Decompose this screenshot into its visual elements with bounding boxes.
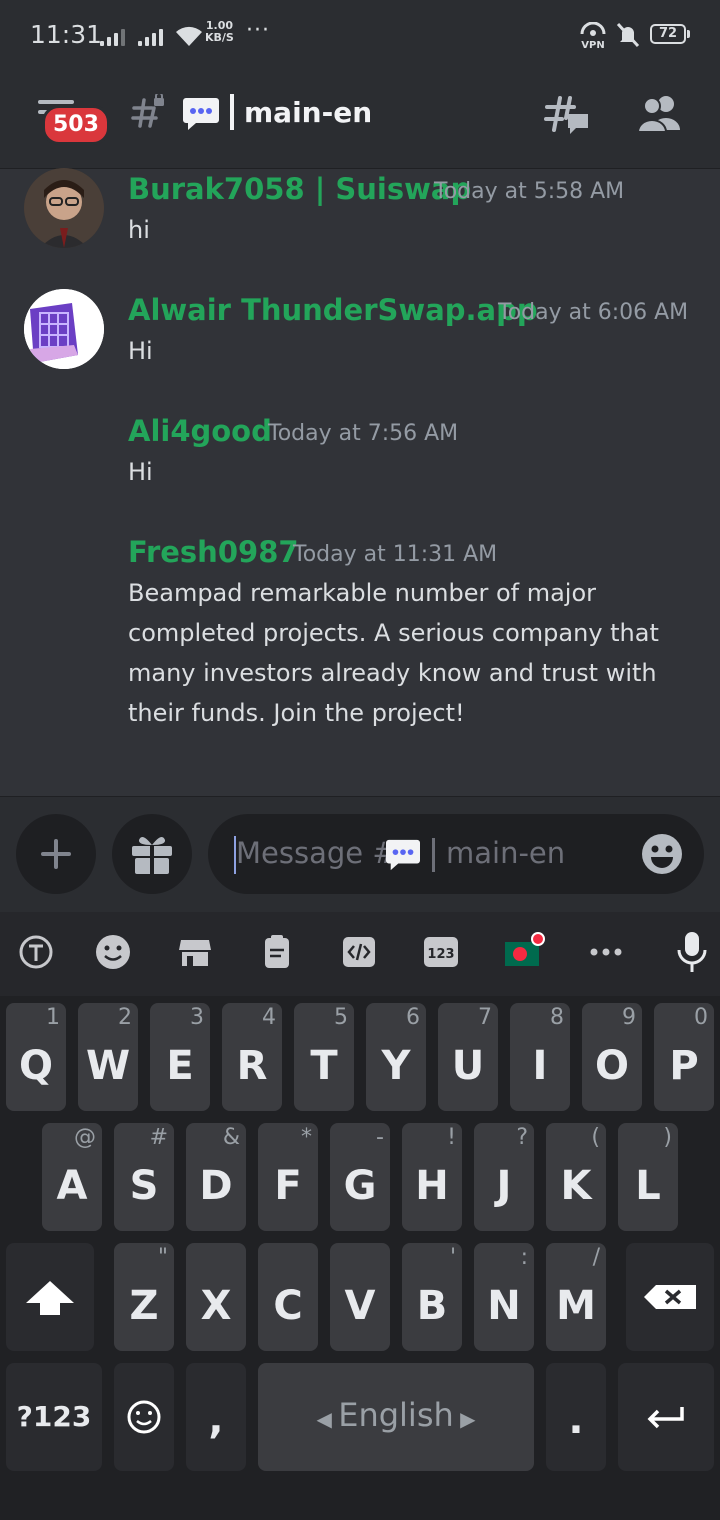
message-text: Hi: [128, 337, 153, 365]
text-edit-icon[interactable]: [337, 930, 381, 974]
net-speed: 1.00 KB/S: [205, 19, 234, 44]
vpn-key-icon: [580, 22, 606, 36]
message-timestamp: Today at 6:06 AM: [498, 300, 689, 325]
symbols-key[interactable]: ?123: [6, 1363, 102, 1471]
key-f[interactable]: * F: [258, 1123, 318, 1231]
language-flag-icon[interactable]: [501, 930, 545, 974]
key-o[interactable]: 9O: [582, 1003, 642, 1111]
message-author[interactable]: Alwair ThunderSwap.app: [128, 293, 538, 327]
attach-button[interactable]: [16, 814, 96, 894]
message-timestamp: Today at 11:31 AM: [293, 542, 498, 567]
locked-channel-icon: [131, 94, 164, 128]
plus-icon: [41, 839, 71, 869]
wifi-icon: [176, 26, 202, 46]
backspace-key[interactable]: [626, 1243, 714, 1351]
battery-tip: [687, 30, 690, 38]
key-a[interactable]: @ A: [42, 1123, 102, 1231]
text-translate-icon[interactable]: [14, 930, 58, 974]
mute-bell-icon: [616, 22, 640, 48]
key-c[interactable]: C: [258, 1243, 318, 1351]
enter-arrow-icon: [647, 1407, 684, 1429]
key-j[interactable]: ? J: [474, 1123, 534, 1231]
members-icon[interactable]: [636, 94, 682, 134]
key-n[interactable]: :N: [474, 1243, 534, 1351]
key-b[interactable]: ' B: [402, 1243, 462, 1351]
avatar[interactable]: [24, 289, 104, 369]
key-u[interactable]: 7U: [438, 1003, 498, 1111]
backspace-icon: [644, 1285, 696, 1309]
message-text: hi: [128, 216, 150, 244]
key-v[interactable]: V: [330, 1243, 390, 1351]
message-author[interactable]: Burak7058 | Suiswap: [128, 172, 471, 206]
header-divider: [230, 94, 234, 130]
sticker-icon[interactable]: [91, 930, 135, 974]
key-k[interactable]: (K: [546, 1123, 606, 1231]
message-author[interactable]: Fresh0987: [128, 535, 299, 569]
key-g[interactable]: -G: [330, 1123, 390, 1231]
enter-key[interactable]: [618, 1363, 714, 1471]
threads-icon[interactable]: [544, 94, 590, 136]
input-placeholder-prefix: Message #: [236, 836, 397, 870]
key-d[interactable]: & D: [186, 1123, 246, 1231]
speech-bubble-icon: [183, 98, 219, 130]
key-e[interactable]: 3E: [150, 1003, 210, 1111]
key-s[interactable]: # S: [114, 1123, 174, 1231]
input-divider: [432, 838, 435, 872]
svg-text:123: 123: [427, 947, 454, 962]
signal-icon-2: [138, 26, 168, 46]
message-timestamp: Today at 7:56 AM: [268, 421, 459, 446]
key-x[interactable]: X: [186, 1243, 246, 1351]
key-r[interactable]: 4R: [222, 1003, 282, 1111]
emoji-picker-icon[interactable]: [640, 832, 684, 876]
avatar[interactable]: [24, 168, 104, 248]
shift-arrow-icon: [26, 1281, 74, 1315]
store-icon[interactable]: [173, 930, 217, 974]
more-status-icon: ···: [246, 18, 270, 43]
key-q[interactable]: 1Q: [6, 1003, 66, 1111]
key-i[interactable]: 8I: [510, 1003, 570, 1111]
channel-title: main-en: [244, 96, 373, 129]
microphone-icon[interactable]: [670, 930, 714, 974]
shift-key[interactable]: [6, 1243, 94, 1351]
comma-key[interactable]: ,: [186, 1363, 246, 1471]
input-placeholder-channel: main-en: [446, 836, 566, 870]
clipboard-icon[interactable]: [255, 930, 299, 974]
key-z[interactable]: " Z: [114, 1243, 174, 1351]
key-h[interactable]: ! H: [402, 1123, 462, 1231]
space-key-label: ◀ English ▶: [316, 1396, 476, 1434]
message-text: Beampad remarkable number of major compl…: [128, 579, 659, 727]
key-m[interactable]: / M: [546, 1243, 606, 1351]
number-pad-icon[interactable]: 123: [419, 930, 463, 974]
gift-button[interactable]: [112, 814, 192, 894]
speech-bubble-icon: [386, 839, 420, 871]
more-options-icon[interactable]: [584, 930, 628, 974]
vpn-label: VPN: [581, 40, 605, 51]
message-text: Hi: [128, 458, 153, 486]
period-key[interactable]: .: [546, 1363, 606, 1471]
key-l[interactable]: ) L: [618, 1123, 678, 1231]
message-timestamp: Today at 5:58 AM: [434, 179, 625, 204]
signal-icon: [100, 26, 130, 46]
battery-indicator: 72: [650, 24, 686, 44]
gift-icon: [132, 836, 172, 874]
unread-badge: 503: [42, 105, 110, 145]
system-nav-bar: [0, 1480, 720, 1520]
emoji-key[interactable]: [114, 1363, 174, 1471]
key-w[interactable]: 2W: [78, 1003, 138, 1111]
key-t[interactable]: 5T: [294, 1003, 354, 1111]
emoji-smile-icon: [127, 1400, 161, 1434]
key-y[interactable]: 6Y: [366, 1003, 426, 1111]
status-time: 11:31: [30, 20, 103, 49]
message-author[interactable]: Ali4good: [128, 414, 272, 448]
key-p[interactable]: 0P: [654, 1003, 714, 1111]
